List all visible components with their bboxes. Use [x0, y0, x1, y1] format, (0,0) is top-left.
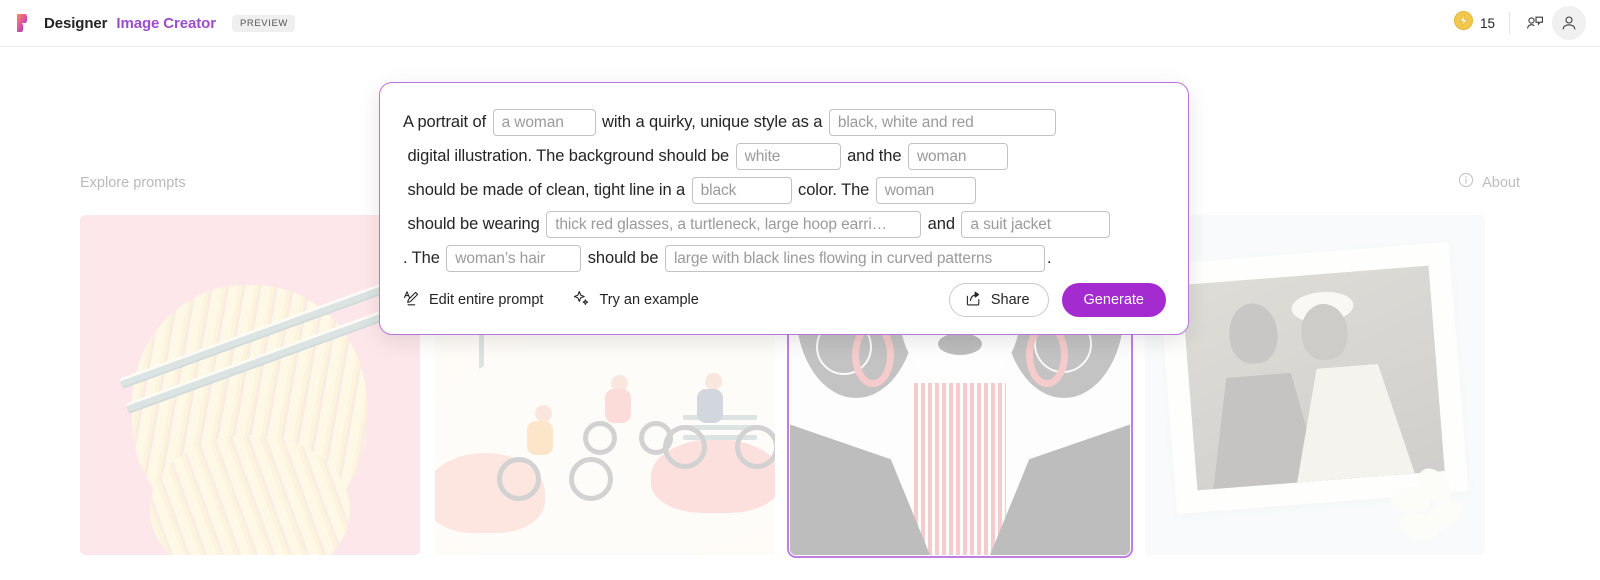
prompt-text-0: A portrait of	[403, 113, 491, 131]
preview-badge: PREVIEW	[231, 14, 295, 32]
prompt-text-6: and the	[842, 147, 906, 165]
prompt-text-8: should be made of clean, tight line in a	[403, 181, 690, 199]
prompt-text-20: .	[1046, 249, 1052, 267]
dialog-actions: Edit entire prompt Try an example Share …	[403, 283, 1166, 317]
prompt-field-accessories[interactable]: thick red glasses, a turtleneck, large h…	[546, 211, 922, 239]
prompt-field-clothing[interactable]: a suit jacket	[961, 211, 1111, 239]
prompt-text-12: should be wearing	[403, 215, 545, 233]
primary-actions: Share Generate	[948, 283, 1166, 317]
info-circle-icon	[1458, 172, 1474, 193]
share-button[interactable]: Share	[948, 283, 1049, 317]
try-an-example-button[interactable]: Try an example	[573, 290, 699, 311]
prompt-template: A portrait of a woman with a quirky, uni…	[403, 105, 1166, 275]
dim-overlay	[80, 215, 420, 555]
prompt-field-subject[interactable]: a woman	[492, 109, 596, 137]
edit-entire-prompt-button[interactable]: Edit entire prompt	[403, 290, 543, 311]
account-person-icon[interactable]	[1552, 6, 1586, 40]
app-header: Designer Image Creator PREVIEW 15	[0, 0, 1600, 47]
text-edit-pencil-icon	[403, 290, 420, 311]
prompt-field-hair-subject[interactable]: woman’s hair	[446, 245, 582, 273]
edit-entire-prompt-label: Edit entire prompt	[429, 292, 544, 308]
boost-coin-icon	[1453, 11, 1473, 35]
prompt-field-line-color[interactable]: black	[691, 177, 792, 205]
prompt-field-wearer[interactable]: woman	[875, 177, 976, 205]
designer-logo-icon	[13, 12, 35, 34]
prompt-field-subject-repeat[interactable]: woman	[907, 143, 1008, 171]
product-name: Image Creator	[116, 14, 216, 32]
brand-name: Designer	[44, 14, 108, 32]
try-an-example-label: Try an example	[599, 292, 699, 308]
prompt-text-14: and	[923, 215, 960, 233]
generate-button[interactable]: Generate	[1061, 283, 1166, 317]
dim-overlay	[1145, 215, 1485, 555]
about-label: About	[1482, 174, 1520, 191]
share-label: Share	[990, 292, 1030, 308]
image-creator-page: Designer Image Creator PREVIEW 15 Explor…	[0, 0, 1600, 580]
prompt-text-18: should be	[583, 249, 663, 267]
brand-group: Designer Image Creator PREVIEW	[0, 12, 295, 34]
gallery-card-vintage-wedding[interactable]	[1145, 215, 1485, 555]
prompt-builder-dialog: A portrait of a woman with a quirky, uni…	[379, 82, 1189, 335]
prompt-text-10: color. The	[793, 181, 874, 199]
share-arrow-icon	[965, 290, 982, 311]
boost-credits[interactable]: 15	[1453, 11, 1495, 35]
boost-count: 15	[1479, 15, 1495, 31]
prompt-text-4: digital illustration. The background sho…	[403, 147, 734, 165]
prompt-field-style-colors[interactable]: black, white and red	[828, 109, 1056, 137]
header-divider	[1509, 12, 1510, 34]
header-actions: 15	[1453, 6, 1600, 40]
prompt-field-background-color[interactable]: white	[735, 143, 841, 171]
feedback-person-icon[interactable]	[1518, 6, 1552, 40]
gallery-card-noodles[interactable]	[80, 215, 420, 555]
explore-prompts-label: Explore prompts	[80, 174, 186, 191]
prompt-text-2: with a quirky, unique style as a	[597, 113, 827, 131]
about-button[interactable]: About	[1458, 172, 1520, 193]
prompt-field-hair-description[interactable]: large with black lines flowing in curved…	[664, 245, 1045, 273]
sparkle-icon	[573, 290, 590, 311]
prompt-text-16: . The	[403, 249, 445, 267]
